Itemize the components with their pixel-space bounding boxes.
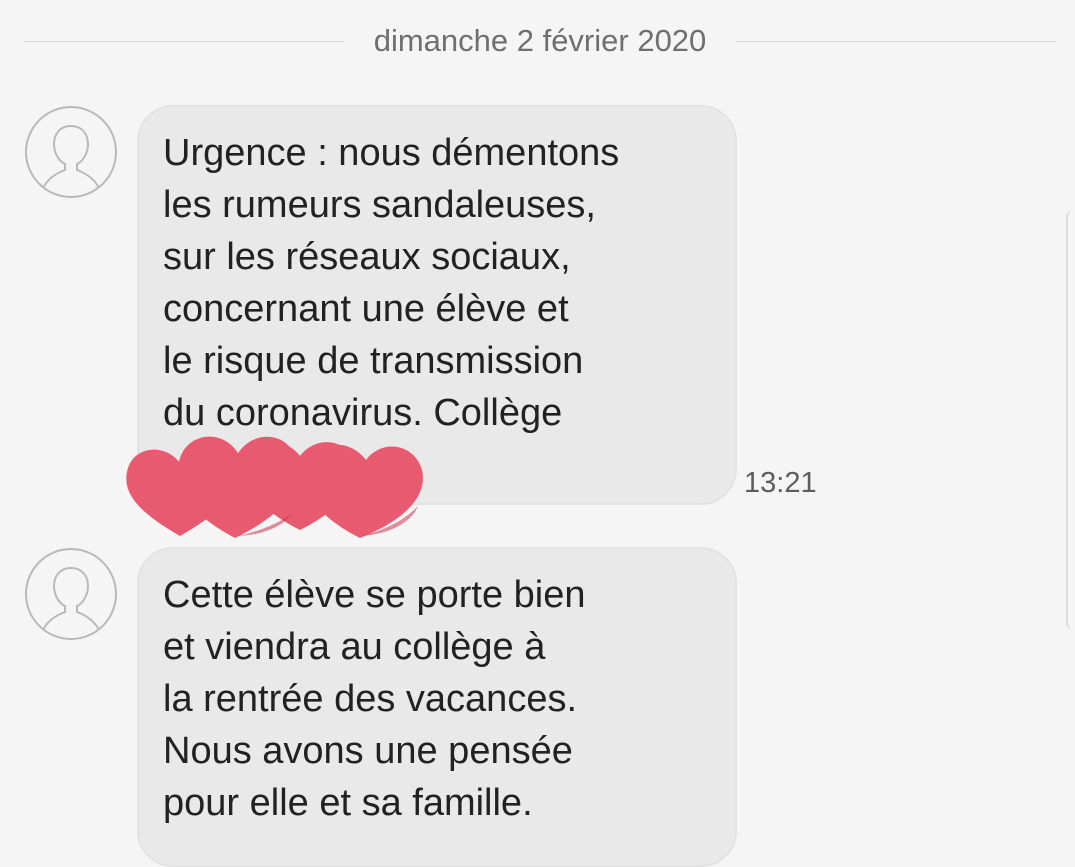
date-separator: dimanche 2 février 2020 bbox=[24, 18, 1056, 64]
date-label: dimanche 2 février 2020 bbox=[373, 23, 707, 58]
message-text: Cette élève se porte bien et viendra au … bbox=[163, 574, 586, 824]
contact-avatar-icon[interactable] bbox=[25, 106, 117, 198]
contact-avatar-icon[interactable] bbox=[25, 548, 117, 640]
redaction-hearts-sticker bbox=[120, 418, 430, 548]
message-bubble[interactable]: Cette élève se porte bien et viendra au … bbox=[137, 547, 737, 867]
separator-line-right bbox=[736, 40, 1056, 42]
scrollbar-track[interactable] bbox=[1066, 210, 1075, 630]
message-time: 13:21 bbox=[744, 467, 817, 499]
separator-line-left bbox=[24, 40, 344, 42]
message-text: Urgence : nous démentons les rumeurs san… bbox=[163, 132, 620, 434]
